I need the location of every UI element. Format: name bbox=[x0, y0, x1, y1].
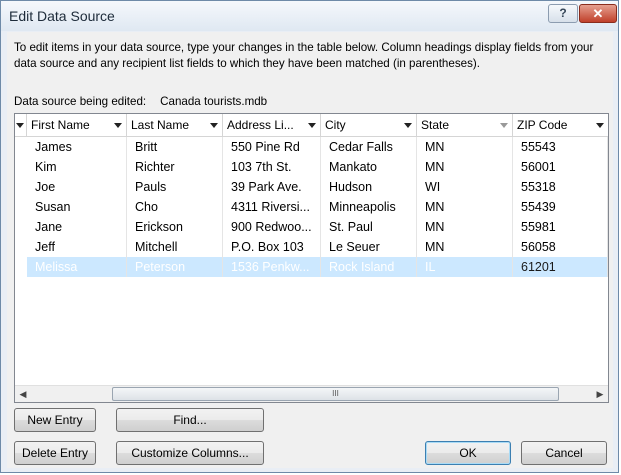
table-header: First Name Last Name Address Li... City … bbox=[15, 114, 608, 137]
column-header-label: Address Li... bbox=[227, 118, 294, 132]
cell-state[interactable]: IL bbox=[417, 257, 513, 277]
column-header-city[interactable]: City bbox=[321, 114, 417, 136]
cell-city[interactable]: Rock Island bbox=[321, 257, 417, 277]
data-source-line: Data source being edited: Canada tourists… bbox=[14, 95, 267, 108]
close-button[interactable]: ✕ bbox=[579, 4, 617, 23]
cell-state[interactable]: MN bbox=[417, 157, 513, 177]
cell-first-name[interactable]: Melissa bbox=[27, 257, 127, 277]
data-table[interactable]: First Name Last Name Address Li... City … bbox=[14, 113, 609, 403]
chevron-down-icon[interactable] bbox=[114, 123, 122, 128]
cell-state[interactable]: MN bbox=[417, 237, 513, 257]
cell-first-name[interactable]: Joe bbox=[27, 177, 127, 197]
delete-entry-button[interactable]: Delete Entry bbox=[14, 441, 96, 465]
scroll-right-icon[interactable]: ▶ bbox=[592, 386, 608, 402]
table-row[interactable]: Melissa Peterson 1536 Penkw... Rock Island I… bbox=[15, 257, 608, 277]
cell-last-name[interactable]: Richter bbox=[127, 157, 223, 177]
table-row[interactable]: Jane Erickson 900 Redwoo... St. Paul MN 55981 bbox=[15, 217, 608, 237]
cell-city[interactable]: Minneapolis bbox=[321, 197, 417, 217]
data-source-label: Data source being edited: bbox=[14, 95, 147, 108]
table-row[interactable]: Jeff Mitchell P.O. Box 103 Le Seuer MN 56058 bbox=[15, 237, 608, 257]
column-header-label: City bbox=[325, 118, 346, 132]
cell-address[interactable]: P.O. Box 103 bbox=[223, 237, 321, 257]
ok-button[interactable]: OK bbox=[425, 441, 511, 465]
cell-last-name[interactable]: Britt bbox=[127, 137, 223, 157]
cell-state[interactable]: MN bbox=[417, 137, 513, 157]
cell-zip[interactable]: 55981 bbox=[513, 217, 608, 237]
cell-zip[interactable]: 55543 bbox=[513, 137, 608, 157]
cell-last-name[interactable]: Cho bbox=[127, 197, 223, 217]
cell-last-name[interactable]: Peterson bbox=[127, 257, 223, 277]
help-icon: ? bbox=[559, 6, 567, 20]
edit-data-source-dialog: Edit Data Source ? ✕ To edit items in yo… bbox=[0, 0, 619, 473]
chevron-down-icon bbox=[16, 123, 24, 128]
chevron-down-icon[interactable] bbox=[210, 123, 218, 128]
column-header-label: Last Name bbox=[131, 118, 190, 132]
chevron-down-icon[interactable] bbox=[596, 123, 604, 128]
column-header-label: First Name bbox=[31, 118, 90, 132]
chevron-down-icon[interactable] bbox=[500, 123, 508, 128]
data-source-file: Canada tourists.mdb bbox=[160, 95, 268, 108]
column-header-first-name[interactable]: First Name bbox=[27, 114, 127, 136]
grip-icon: III bbox=[332, 389, 339, 398]
close-icon: ✕ bbox=[592, 6, 604, 21]
cell-zip[interactable]: 55439 bbox=[513, 197, 608, 217]
cell-last-name[interactable]: Mitchell bbox=[127, 237, 223, 257]
row-selector-header[interactable] bbox=[15, 114, 27, 136]
cell-last-name[interactable]: Pauls bbox=[127, 177, 223, 197]
cell-city[interactable]: Mankato bbox=[321, 157, 417, 177]
cell-address[interactable]: 103 7th St. bbox=[223, 157, 321, 177]
column-header-address[interactable]: Address Li... bbox=[223, 114, 321, 136]
table-row[interactable]: Susan Cho 4311 Riversi... Minneapolis MN 5543… bbox=[15, 197, 608, 217]
cell-address[interactable]: 550 Pine Rd bbox=[223, 137, 321, 157]
table-row[interactable]: Kim Richter 103 7th St. Mankato MN 56001 bbox=[15, 157, 608, 177]
title-bar[interactable]: Edit Data Source ? ✕ bbox=[1, 1, 618, 31]
column-header-last-name[interactable]: Last Name bbox=[127, 114, 223, 136]
cell-city[interactable]: Hudson bbox=[321, 177, 417, 197]
column-header-zip[interactable]: ZIP Code bbox=[513, 114, 608, 136]
cell-address[interactable]: 1536 Penkw... bbox=[223, 257, 321, 277]
chevron-down-icon[interactable] bbox=[404, 123, 412, 128]
table-row[interactable]: James Britt 550 Pine Rd Cedar Falls MN 55543 bbox=[15, 137, 608, 157]
cell-city[interactable]: Le Seuer bbox=[321, 237, 417, 257]
dialog-body: To edit items in your data source, type … bbox=[7, 32, 613, 468]
scroll-left-icon[interactable]: ◀ bbox=[15, 386, 31, 402]
new-entry-button[interactable]: New Entry bbox=[14, 408, 96, 432]
cell-zip[interactable]: 56058 bbox=[513, 237, 608, 257]
cell-state[interactable]: WI bbox=[417, 177, 513, 197]
customize-columns-button[interactable]: Customize Columns... bbox=[116, 441, 264, 465]
table-row[interactable]: Joe Pauls 39 Park Ave. Hudson WI 55318 bbox=[15, 177, 608, 197]
horizontal-scrollbar[interactable]: ◀ III ▶ bbox=[15, 385, 608, 402]
cell-zip[interactable]: 55318 bbox=[513, 177, 608, 197]
column-header-label: State bbox=[421, 118, 450, 132]
cell-city[interactable]: St. Paul bbox=[321, 217, 417, 237]
cell-address[interactable]: 4311 Riversi... bbox=[223, 197, 321, 217]
cell-last-name[interactable]: Erickson bbox=[127, 217, 223, 237]
chevron-down-icon[interactable] bbox=[308, 123, 316, 128]
cell-first-name[interactable]: James bbox=[27, 137, 127, 157]
cancel-button[interactable]: Cancel bbox=[521, 441, 607, 465]
cell-state[interactable]: MN bbox=[417, 217, 513, 237]
column-header-label: ZIP Code bbox=[517, 118, 568, 132]
column-header-state[interactable]: State bbox=[417, 114, 513, 136]
instructions-text: To edit items in your data source, type … bbox=[14, 41, 594, 70]
cell-first-name[interactable]: Jeff bbox=[27, 237, 127, 257]
help-button[interactable]: ? bbox=[548, 4, 578, 23]
cell-first-name[interactable]: Jane bbox=[27, 217, 127, 237]
find-button[interactable]: Find... bbox=[116, 408, 264, 432]
cell-address[interactable]: 39 Park Ave. bbox=[223, 177, 321, 197]
scrollbar-thumb[interactable]: III bbox=[112, 387, 559, 401]
cell-zip[interactable]: 61201 bbox=[513, 257, 608, 277]
cell-address[interactable]: 900 Redwoo... bbox=[223, 217, 321, 237]
cell-first-name[interactable]: Kim bbox=[27, 157, 127, 177]
cell-zip[interactable]: 56001 bbox=[513, 157, 608, 177]
cell-first-name[interactable]: Susan bbox=[27, 197, 127, 217]
dialog-title: Edit Data Source bbox=[9, 8, 115, 24]
cell-state[interactable]: MN bbox=[417, 197, 513, 217]
cell-city[interactable]: Cedar Falls bbox=[321, 137, 417, 157]
